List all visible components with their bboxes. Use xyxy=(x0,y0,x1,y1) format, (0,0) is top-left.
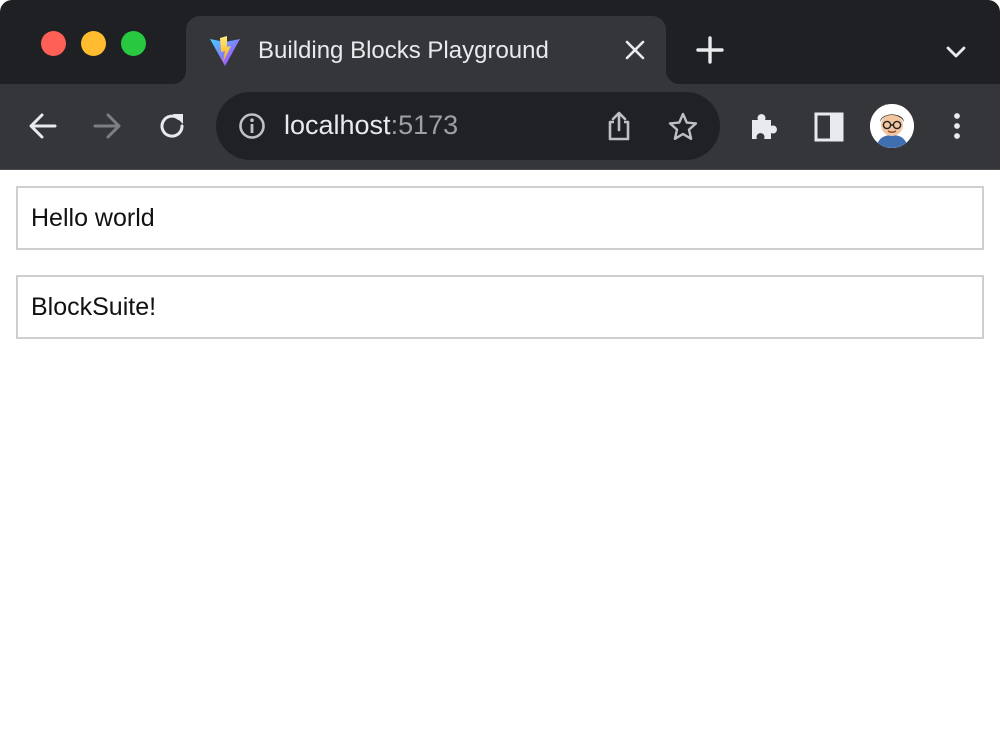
url-host: localhost xyxy=(284,110,391,140)
text-editor-block[interactable]: BlockSuite! xyxy=(16,275,984,339)
vite-logo-icon xyxy=(210,36,240,66)
tab-strip: Building Blocks Playground xyxy=(0,0,1000,84)
tab-active[interactable]: Building Blocks Playground xyxy=(172,16,680,84)
url-text[interactable]: localhost:5173 xyxy=(284,110,458,141)
arrow-left-icon[interactable] xyxy=(26,109,60,143)
info-icon[interactable] xyxy=(238,112,266,140)
browser-window: Building Blocks Playground localhost:517… xyxy=(0,0,1000,750)
reload-icon[interactable] xyxy=(155,109,189,143)
arrow-right-icon[interactable] xyxy=(90,109,124,143)
kebab-menu-icon[interactable] xyxy=(940,109,974,143)
side-panel-icon[interactable] xyxy=(812,110,846,144)
puzzle-icon[interactable] xyxy=(746,109,780,143)
text-editor-block[interactable]: Hello world xyxy=(16,186,984,250)
url-port: :5173 xyxy=(390,110,459,140)
browser-toolbar: localhost:5173 xyxy=(0,84,1000,170)
share-icon[interactable] xyxy=(604,110,634,142)
star-icon[interactable] xyxy=(667,111,699,143)
close-tab-icon[interactable] xyxy=(624,39,646,61)
window-maximize-button[interactable] xyxy=(121,31,146,56)
chevron-down-icon[interactable] xyxy=(944,40,968,64)
window-minimize-button[interactable] xyxy=(81,31,106,56)
window-close-button[interactable] xyxy=(41,31,66,56)
page-content: Hello world BlockSuite! xyxy=(0,170,1000,750)
avatar[interactable] xyxy=(870,104,914,148)
profile-avatar-icon xyxy=(870,104,914,148)
tab-title: Building Blocks Playground xyxy=(258,37,549,64)
new-tab-icon[interactable] xyxy=(694,34,726,66)
address-bar[interactable]: localhost:5173 xyxy=(216,92,720,160)
